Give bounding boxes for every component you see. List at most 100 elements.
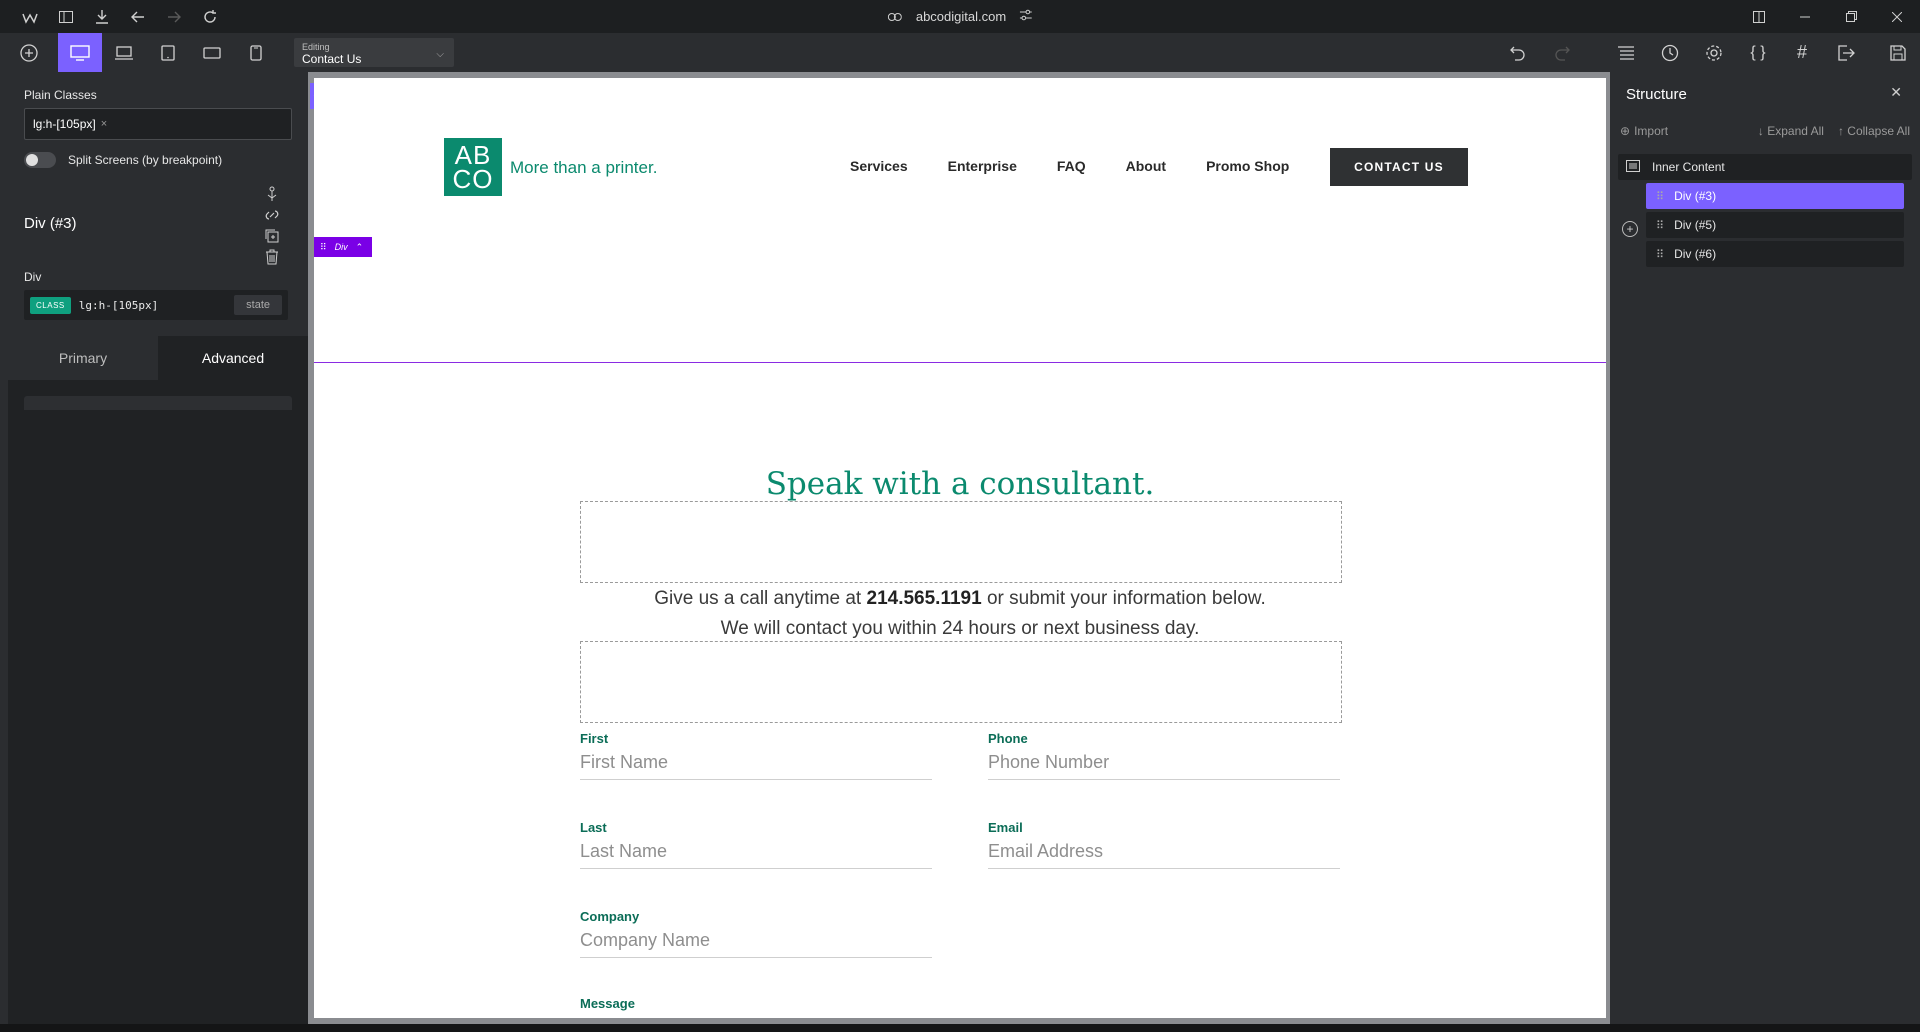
desktop-breakpoint-icon[interactable] <box>58 33 102 72</box>
split-screens-toggle[interactable] <box>24 152 56 168</box>
page-selector[interactable]: Editing Contact Us ⌵ <box>294 38 454 67</box>
last-name-input[interactable]: Last Name <box>580 841 932 869</box>
link-element-icon[interactable] <box>262 205 282 224</box>
url-bar[interactable]: abcodigital.com <box>887 0 1033 33</box>
arrow-down-icon: ↓ <box>1757 124 1768 138</box>
back-arrow-icon[interactable] <box>120 0 156 33</box>
properties-panel: Plain Classes lg:h-[105px] × Split Scree… <box>0 72 308 1024</box>
save-icon[interactable] <box>1876 33 1920 72</box>
builder-app: abcodigital.com Editing Contact Us ⌵ {}… <box>0 0 1920 1032</box>
delete-element-icon[interactable] <box>262 247 282 266</box>
first-label: First <box>580 731 609 746</box>
plain-classes-label: Plain Classes <box>24 88 97 102</box>
logo-text-bottom: CO <box>452 164 494 194</box>
last-name-field: Last Last Name <box>580 820 932 869</box>
chevron-up-icon[interactable]: ⌃ <box>356 242 364 253</box>
mobile-breakpoint-icon[interactable] <box>234 33 278 72</box>
settings-gear-icon[interactable] <box>1692 33 1736 72</box>
app-logo-icon[interactable] <box>12 0 48 33</box>
empty-div-placeholder[interactable] <box>580 501 1342 583</box>
collapse-all-label: Collapse All <box>1847 124 1910 138</box>
page-heading: Speak with a consultant. <box>765 466 1155 502</box>
selected-element-badge[interactable]: ⠿ Div ⌃ <box>314 237 372 257</box>
panel-tabs: Primary Advanced <box>8 336 308 380</box>
bottom-strip <box>0 1024 1920 1032</box>
state-button[interactable]: state <box>234 295 282 315</box>
collapse-all-button[interactable]: ↑ Collapse All <box>1838 124 1910 138</box>
phone-input[interactable]: Phone Number <box>988 752 1340 780</box>
phone-label: Phone <box>988 731 1028 746</box>
class-selector[interactable]: CLASS lg:h-[105px] state <box>24 290 288 320</box>
email-input[interactable]: Email Address <box>988 841 1340 869</box>
tab-primary[interactable]: Primary <box>8 336 158 380</box>
forward-arrow-icon[interactable] <box>156 0 192 33</box>
advanced-settings-area <box>8 380 308 1024</box>
close-window-icon[interactable] <box>1874 0 1920 33</box>
tablet-landscape-icon[interactable] <box>190 33 234 72</box>
first-name-input[interactable]: First Name <box>580 752 932 780</box>
plain-classes-input[interactable]: lg:h-[105px] × <box>24 108 292 140</box>
builder-toolbar: Editing Contact Us ⌵ { } # <box>0 33 1920 72</box>
structure-panel: Structure ✕ ⊕ Import ↓ Expand All ↑ Colla… <box>1610 72 1920 1024</box>
grid-hash-icon[interactable]: # <box>1780 33 1824 72</box>
drag-handle-icon[interactable]: ⠿ <box>1656 219 1664 232</box>
add-child-icon[interactable]: + <box>1622 221 1638 237</box>
tab-advanced[interactable]: Advanced <box>158 336 308 380</box>
split-view-icon[interactable] <box>1736 0 1782 33</box>
site-logo[interactable]: AB CO <box>444 138 502 196</box>
redo-icon[interactable] <box>1540 33 1584 72</box>
undo-icon[interactable] <box>1496 33 1540 72</box>
company-input[interactable]: Company Name <box>580 930 932 958</box>
move-element-icon[interactable] <box>262 184 282 203</box>
code-braces-icon[interactable]: { } <box>1736 33 1780 72</box>
subtitle-line-2: We will contact you within 24 hours or n… <box>720 618 1200 639</box>
tablet-breakpoint-icon[interactable] <box>146 33 190 72</box>
advanced-card <box>24 396 292 410</box>
duplicate-element-icon[interactable] <box>262 226 282 245</box>
sidebar-toggle-icon[interactable] <box>48 0 84 33</box>
nav-enterprise[interactable]: Enterprise <box>948 158 1017 174</box>
add-element-icon[interactable] <box>0 33 58 72</box>
expand-all-button[interactable]: ↓ Expand All <box>1758 124 1824 138</box>
element-actions <box>262 184 282 266</box>
contact-us-button[interactable]: CONTACT US <box>1330 148 1468 186</box>
nav-promo-shop[interactable]: Promo Shop <box>1206 158 1289 174</box>
drag-handle-icon[interactable]: ⠿ <box>320 242 327 253</box>
nav-faq[interactable]: FAQ <box>1057 158 1086 174</box>
badge-label: Div <box>334 242 348 252</box>
empty-div-placeholder[interactable] <box>580 641 1342 723</box>
import-button[interactable]: ⊕ Import <box>1620 124 1668 138</box>
laptop-breakpoint-icon[interactable] <box>102 33 146 72</box>
download-icon[interactable] <box>84 0 120 33</box>
message-field: Message <box>580 996 932 1011</box>
restore-icon[interactable] <box>1828 0 1874 33</box>
structure-actions: ⊕ Import ↓ Expand All ↑ Collapse All <box>1620 124 1910 138</box>
link-icon <box>887 9 902 24</box>
import-label: Import <box>1634 124 1669 138</box>
exit-icon[interactable] <box>1824 33 1868 72</box>
tune-icon[interactable] <box>1020 9 1033 24</box>
first-name-field: First First Name <box>580 731 932 780</box>
subtitle-line-1: Give us a call anytime at 214.565.1191 o… <box>314 588 1606 610</box>
tree-item-inner-content[interactable]: Inner Content <box>1618 154 1912 180</box>
editing-label: Editing <box>302 42 330 52</box>
editing-page-name: Contact Us <box>302 52 362 66</box>
layers-icon[interactable] <box>1604 33 1648 72</box>
site-tagline: More than a printer. <box>510 158 658 177</box>
history-icon[interactable] <box>1648 33 1692 72</box>
nav-about[interactable]: About <box>1126 158 1166 174</box>
close-icon[interactable]: ✕ <box>1890 84 1902 101</box>
remove-class-icon[interactable]: × <box>101 118 107 130</box>
tree-item-div-5[interactable]: ⠿ Div (#5) <box>1646 212 1904 238</box>
structure-title: Structure <box>1626 86 1687 103</box>
tree-item-div-6[interactable]: ⠿ Div (#6) <box>1646 241 1904 267</box>
phone-number: 214.565.1191 <box>866 588 982 609</box>
nav-services[interactable]: Services <box>850 158 908 174</box>
reload-icon[interactable] <box>192 0 228 33</box>
drag-handle-icon[interactable]: ⠿ <box>1656 248 1664 261</box>
drag-handle-icon[interactable]: ⠿ <box>1656 190 1664 203</box>
url-text[interactable]: abcodigital.com <box>916 9 1006 24</box>
subtitle-pre: Give us a call anytime at <box>654 588 867 609</box>
minimize-icon[interactable] <box>1782 0 1828 33</box>
tree-item-div-3[interactable]: ⠿ Div (#3) <box>1646 183 1904 209</box>
